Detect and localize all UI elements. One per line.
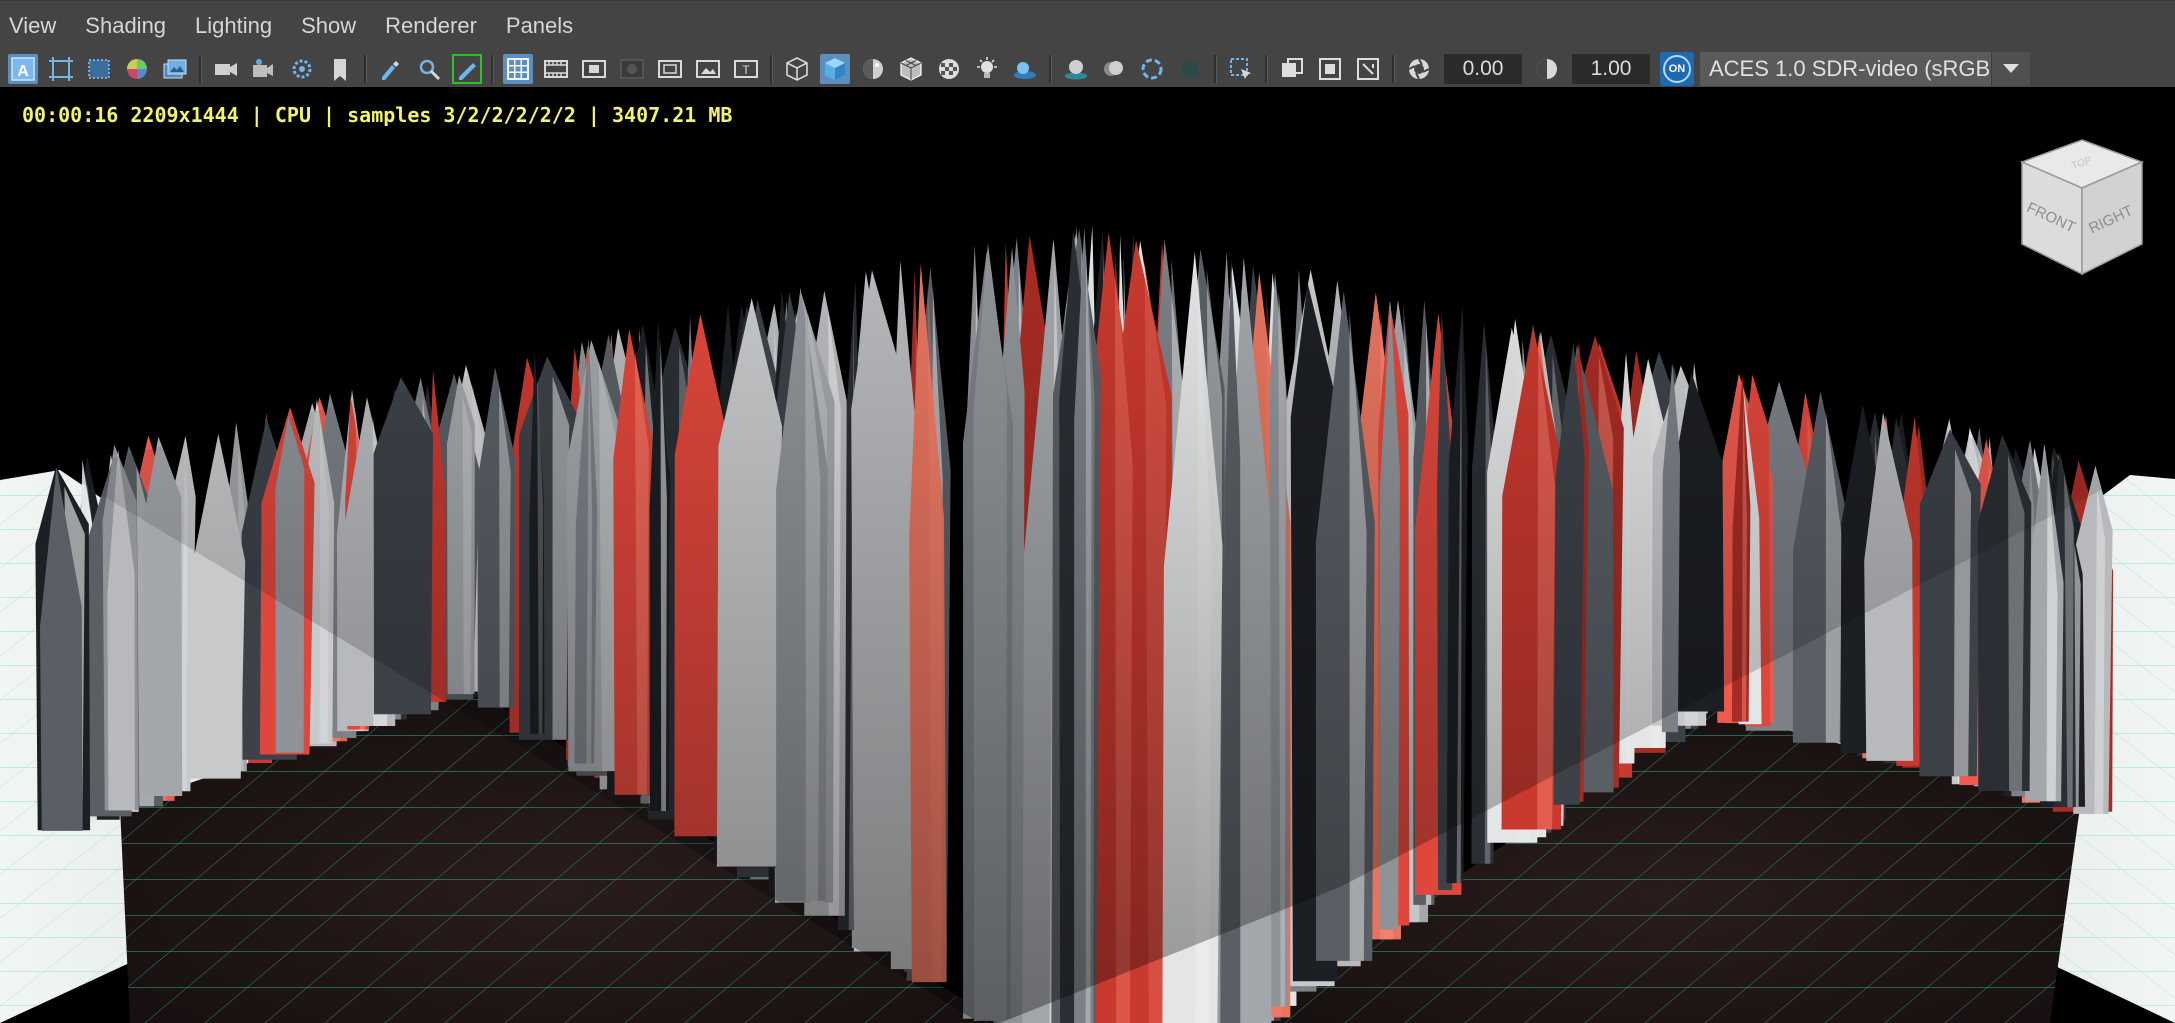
safe-title-icon[interactable] [452,53,482,84]
view-2d-pan-zoom-icon[interactable] [160,54,190,84]
color-management-toggle[interactable]: ON [1660,51,1694,86]
chevron-down-icon[interactable] [1991,51,2030,86]
safe-action-2-icon[interactable] [693,54,723,84]
safe-action-icon[interactable] [414,54,444,84]
exposure-field[interactable]: 0.00 [1444,53,1522,84]
color-space-value: ACES 1.0 SDR-video (sRGB) [1709,55,1998,81]
gate-mask-icon[interactable] [325,54,355,84]
xray-components-icon[interactable] [1353,54,1383,84]
color-management-toggle-label: ON [1663,54,1691,83]
toolbar-separator [364,54,367,83]
motion-blur-icon[interactable] [1099,54,1129,84]
xray-joints-icon[interactable] [1315,54,1345,84]
shadows-icon[interactable] [1010,54,1040,84]
grid-icon[interactable] [503,53,533,84]
depth-of-field-icon[interactable] [1175,54,1205,84]
film-gate-icon[interactable] [249,54,279,84]
wireframe-icon[interactable] [782,54,812,84]
svg-text:T: T [742,63,750,77]
image-plane-icon[interactable] [122,54,152,84]
menu-lighting[interactable]: Lighting [186,1,281,51]
select-camera-icon[interactable]: A [8,53,38,84]
toolbar-separator [199,54,202,83]
textured-icon[interactable] [934,54,964,84]
field-chart-2-icon[interactable] [655,54,685,84]
panel-toolbar: A T 0.00 1.00 ON ACES 1.0 SDR-video (sRG… [0,50,2175,87]
render-scene [0,225,2175,1023]
svg-text:A: A [17,63,29,80]
camera-attributes-icon[interactable] [46,54,76,84]
color-space-dropdown[interactable]: ACES 1.0 SDR-video (sRGB) [1700,51,2030,86]
panel-menu-bar: View Shading Lighting Show Renderer Pane… [0,0,2175,50]
grease-pencil-icon[interactable] [211,54,241,84]
xray-icon[interactable] [1277,54,1307,84]
anti-aliasing-icon[interactable] [1137,54,1167,84]
field-chart-icon[interactable] [376,54,406,84]
toolbar-separator [1049,54,1052,83]
exposure-icon[interactable] [1404,54,1434,84]
gate-mask-2-icon[interactable] [617,54,647,84]
menu-show[interactable]: Show [292,1,365,51]
render-stats-hud: 00:00:16 2209x1444 | CPU | samples 3/2/2… [22,103,733,127]
toolbar-separator [491,54,494,83]
toolbar-separator [1392,54,1395,83]
menu-renderer[interactable]: Renderer [376,1,486,51]
use-default-material-icon[interactable] [858,54,888,84]
viewport-3d[interactable]: 00:00:16 2209x1444 | CPU | samples 3/2/2… [0,87,2175,1023]
safe-title-2-icon[interactable]: T [731,54,761,84]
menu-panels[interactable]: Panels [497,1,582,51]
bookmark-icon[interactable] [84,54,114,84]
menu-shading[interactable]: Shading [76,1,175,51]
resolution-gate-2-icon[interactable] [579,54,609,84]
gamma-field[interactable]: 1.00 [1572,53,1650,84]
screen-space-ao-icon[interactable] [1061,54,1091,84]
resolution-gate-icon[interactable] [287,54,317,84]
menu-view[interactable]: View [0,1,65,51]
film-gate-2-icon[interactable] [541,54,571,84]
wireframe-on-shaded-icon[interactable] [896,54,926,84]
view-cube[interactable]: TOP FRONT RIGHT [2012,132,2152,282]
smooth-shade-icon[interactable] [820,53,850,84]
gamma-icon[interactable] [1532,54,1562,84]
toolbar-separator [1265,54,1268,83]
toolbar-separator [1214,54,1217,83]
toolbar-separator [770,54,773,83]
use-all-lights-icon[interactable] [972,54,1002,84]
isolate-select-icon[interactable] [1226,54,1256,84]
